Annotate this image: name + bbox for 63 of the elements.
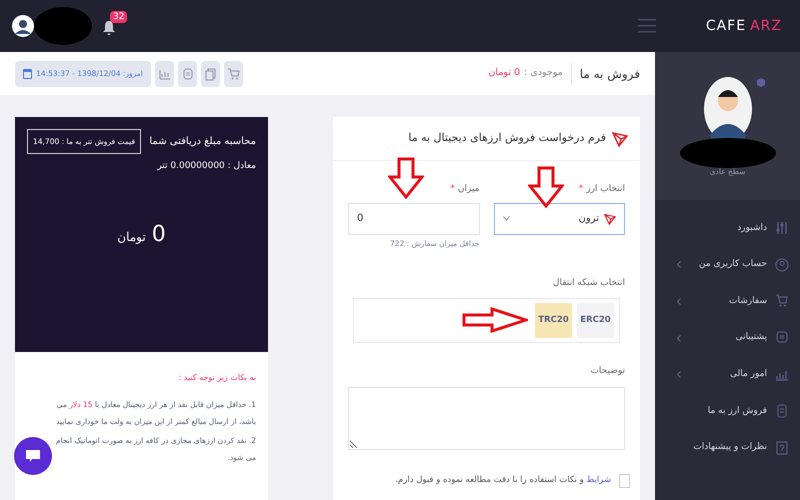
sidebar-item[interactable]: پشتیبانی bbox=[655, 320, 800, 356]
chevron-down-icon bbox=[502, 216, 510, 221]
sidebar-item[interactable]: فروش ارز به ما bbox=[655, 392, 800, 430]
amount-input[interactable]: 0 bbox=[348, 202, 480, 234]
redaction-mark bbox=[34, 7, 92, 45]
sliders-icon bbox=[775, 220, 789, 236]
select-value: ترون bbox=[578, 212, 599, 226]
notification-badge: 32 bbox=[110, 11, 128, 23]
menu-icon[interactable] bbox=[638, 19, 656, 33]
triangle-logo-icon bbox=[604, 212, 616, 224]
field-label: توضیحات bbox=[589, 365, 625, 378]
user-icon bbox=[775, 256, 789, 273]
annotation-arrow bbox=[462, 307, 528, 333]
annotation-arrow bbox=[388, 157, 424, 199]
cart-icon bbox=[775, 293, 789, 310]
terms-link[interactable]: شرایط bbox=[586, 475, 611, 486]
chevron-left-icon bbox=[677, 371, 681, 378]
calculator-title: محاسبه مبلغ دریافتی شما bbox=[149, 135, 256, 150]
support-icon bbox=[181, 66, 194, 80]
toolbar-button[interactable] bbox=[178, 60, 197, 86]
chevron-left-icon bbox=[677, 334, 681, 342]
annotation-arrow bbox=[528, 166, 564, 208]
verified-badge-icon bbox=[757, 78, 765, 87]
sidebar-item[interactable]: امور مالی bbox=[655, 356, 800, 393]
equivalent-text: معادل : 0.00000000 تتر bbox=[157, 160, 256, 174]
logo[interactable]: CAFE ARZ bbox=[706, 16, 782, 36]
documents-icon bbox=[204, 66, 217, 80]
required-mark: * bbox=[450, 183, 455, 196]
page-title: فروش به ما bbox=[580, 66, 640, 82]
network-option[interactable]: TRC20 bbox=[535, 303, 572, 338]
currency-select[interactable]: ترون bbox=[494, 202, 625, 234]
amount-unit: تومان bbox=[117, 228, 146, 246]
triangle-logo-icon bbox=[612, 130, 628, 146]
avatar-icon bbox=[704, 77, 752, 141]
avatar-icon[interactable] bbox=[12, 15, 34, 37]
tips-heading: به نکات زیر توجه کنید : bbox=[178, 372, 256, 384]
terms-text: شرایط و نکات استفاده را با دقت مطالعه نموده و قبول دارم. bbox=[395, 474, 611, 488]
network-option[interactable]: ERC20 bbox=[577, 303, 614, 338]
field-label: انتخاب شبکه انتقال bbox=[552, 276, 625, 290]
toolbar-button[interactable] bbox=[201, 60, 220, 86]
chevron-left-icon bbox=[677, 298, 681, 305]
toolbar-button[interactable] bbox=[155, 60, 174, 86]
sidebar-item[interactable]: نظرات و پیشنهادات bbox=[655, 430, 800, 466]
cart-icon bbox=[227, 66, 240, 80]
document-icon bbox=[775, 403, 789, 420]
calendar-icon bbox=[23, 68, 32, 78]
balance-label: موجودی : bbox=[524, 66, 563, 80]
sidebar-item[interactable]: داشبورد bbox=[655, 210, 800, 247]
amount-value: 0 bbox=[152, 220, 166, 249]
description-textarea[interactable] bbox=[348, 386, 625, 450]
chat-icon bbox=[25, 448, 41, 464]
form-title: فرم درخواست فروش ارزهای دیجیتال به ما bbox=[408, 130, 606, 146]
field-label: انتخاب ارز bbox=[586, 183, 625, 196]
terms-checkbox[interactable] bbox=[619, 474, 630, 488]
chevron-left-icon bbox=[677, 261, 681, 268]
sidebar-item[interactable]: حساب کاربری من bbox=[655, 246, 800, 284]
field-label: میزان bbox=[458, 183, 480, 196]
question-icon bbox=[775, 440, 789, 456]
sidebar-item[interactable]: سفارشات bbox=[655, 283, 800, 320]
bell-icon[interactable] bbox=[102, 20, 116, 36]
required-mark: * bbox=[578, 183, 584, 196]
balance-value: 0 تومان bbox=[488, 66, 520, 80]
toolbar-button[interactable] bbox=[224, 60, 243, 86]
